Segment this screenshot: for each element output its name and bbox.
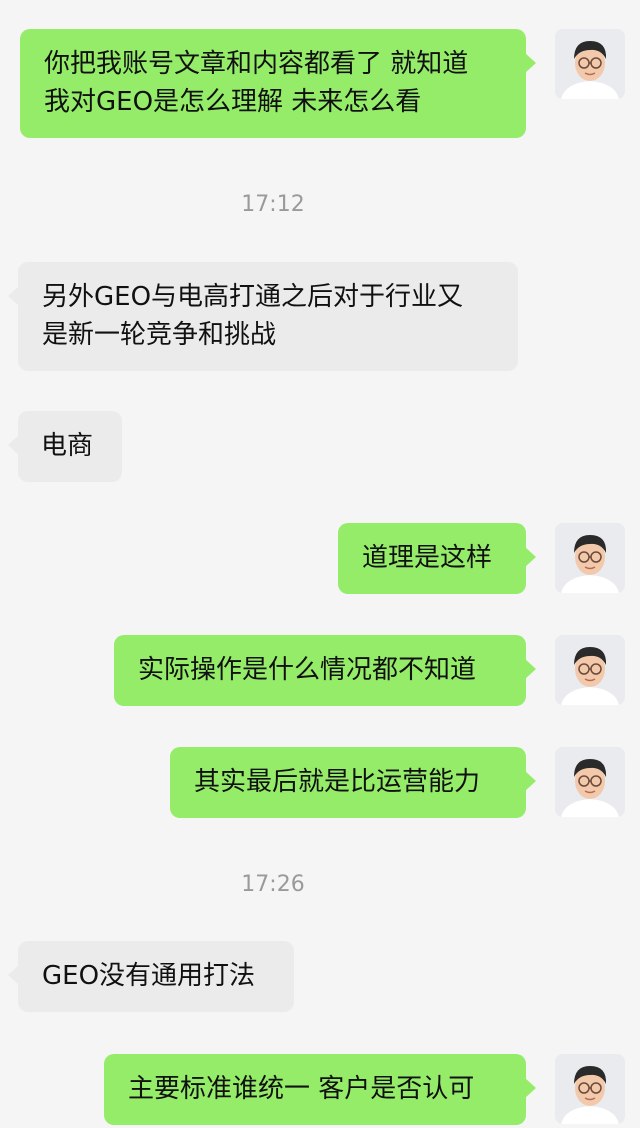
message-bubble-other[interactable]: 电商: [8, 411, 122, 482]
user-avatar-icon[interactable]: [555, 635, 625, 705]
message-text: 电商: [41, 431, 94, 461]
avatar-portrait: [555, 635, 625, 705]
message-bubble-self[interactable]: 你把我账号文章和内容都看了 就知道 我对GEO是怎么理解 未来怎么看: [20, 29, 536, 138]
message-bubble-self[interactable]: 实际操作是什么情况都不知道: [114, 635, 536, 706]
message-bubble-self[interactable]: 其实最后就是比运营能力: [170, 747, 536, 818]
message-text: 主要标准谁统一 客户是否认可: [128, 1074, 475, 1104]
user-avatar-icon[interactable]: [555, 29, 625, 99]
message-bubble-other[interactable]: GEO没有通用打法: [8, 941, 294, 1012]
message-text: 另外GEO与电高打通之后对于行业又 是新一轮竞争和挑战: [42, 282, 464, 350]
avatar-portrait: [555, 747, 625, 817]
user-avatar-icon[interactable]: [555, 747, 625, 817]
user-avatar-icon[interactable]: [555, 523, 625, 593]
message-text: GEO没有通用打法: [42, 961, 256, 991]
message-bubble-self[interactable]: 道理是这样: [338, 523, 536, 594]
message-timestamp: 17:26: [241, 872, 305, 897]
user-avatar-icon[interactable]: [555, 1054, 625, 1124]
message-text: 其实最后就是比运营能力: [194, 767, 481, 797]
avatar-portrait: [555, 1054, 625, 1124]
message-text: 你把我账号文章和内容都看了 就知道 我对GEO是怎么理解 未来怎么看: [44, 49, 469, 117]
message-bubble-other[interactable]: 另外GEO与电高打通之后对于行业又 是新一轮竞争和挑战: [8, 262, 518, 371]
message-text: 道理是这样: [362, 543, 493, 573]
chat-view: 你把我账号文章和内容都看了 就知道 我对GEO是怎么理解 未来怎么看 17:12…: [0, 0, 640, 1128]
message-bubble-self[interactable]: 主要标准谁统一 客户是否认可: [104, 1054, 536, 1125]
message-text: 实际操作是什么情况都不知道: [138, 655, 477, 685]
avatar-portrait: [555, 523, 625, 593]
message-timestamp: 17:12: [241, 192, 305, 217]
avatar-portrait: [555, 29, 625, 99]
